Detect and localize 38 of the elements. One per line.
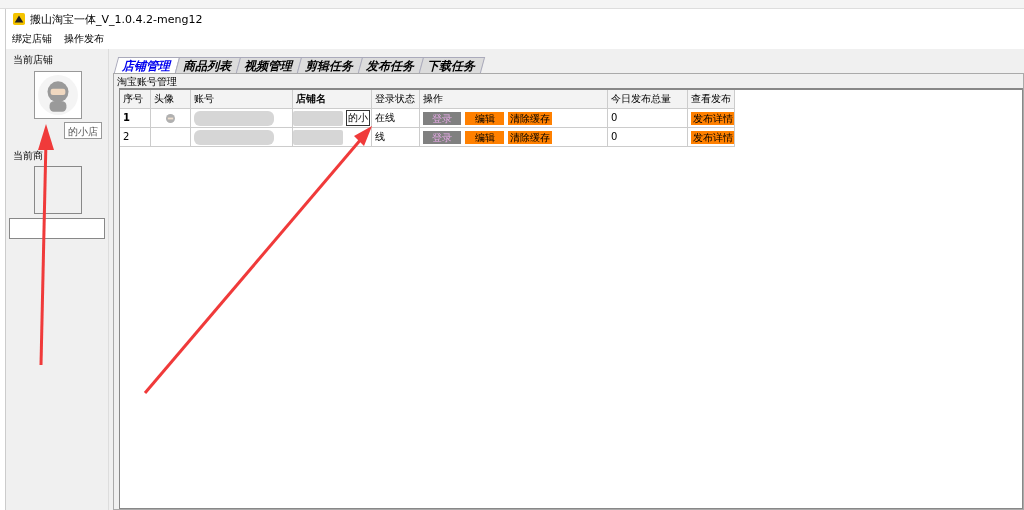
table-cell: 在线 bbox=[372, 109, 420, 128]
group-label: 当前店铺 bbox=[13, 53, 53, 67]
tab[interactable]: 店铺管理 bbox=[113, 57, 181, 73]
column-header: 登录状态 bbox=[372, 90, 420, 109]
tab[interactable]: 商品列表 bbox=[174, 57, 242, 73]
details-button[interactable]: 发布详情 bbox=[691, 130, 734, 144]
table-cell: 1 bbox=[120, 109, 151, 128]
menu-item[interactable]: 操作发布 bbox=[64, 32, 104, 46]
store-name-cell[interactable]: 的小 bbox=[346, 110, 370, 126]
group-title: 淘宝账号管理 bbox=[117, 75, 178, 88]
tab[interactable]: 剪辑任务 bbox=[296, 57, 364, 73]
edit-button[interactable]: 编辑 bbox=[465, 130, 504, 144]
table-cell: 0 bbox=[608, 109, 688, 128]
app-logo-icon bbox=[13, 13, 25, 25]
table-cell: 线 bbox=[372, 128, 420, 147]
table-cell: 2 bbox=[120, 128, 151, 147]
tab[interactable]: 下载任务 bbox=[418, 57, 486, 73]
column-header: 操作 bbox=[420, 90, 608, 109]
column-header: 店铺名 bbox=[293, 90, 372, 109]
edit-button[interactable]: 编辑 bbox=[465, 111, 504, 125]
details-button[interactable]: 发布详情 bbox=[691, 111, 734, 125]
avatar-icon bbox=[166, 113, 175, 123]
tab[interactable]: 发布任务 bbox=[357, 57, 425, 73]
menu-item[interactable]: 绑定店铺 bbox=[12, 32, 52, 46]
clear-cache-button[interactable]: 清除缓存 bbox=[508, 111, 552, 125]
product-field[interactable] bbox=[9, 218, 105, 239]
column-header: 序号 bbox=[120, 90, 151, 109]
tab[interactable]: 视频管理 bbox=[235, 57, 303, 73]
group-label: 当前商 bbox=[13, 149, 43, 163]
product-image bbox=[34, 166, 82, 214]
clear-cache-button[interactable]: 清除缓存 bbox=[508, 130, 552, 144]
column-header: 账号 bbox=[191, 90, 293, 109]
column-header: 头像 bbox=[151, 90, 191, 109]
window-title: 搬山淘宝一体_V_1.0.4.2-meng12 bbox=[30, 11, 203, 27]
column-header: 查看发布 bbox=[688, 90, 735, 109]
table-cell: 0 bbox=[608, 128, 688, 147]
store-name-field[interactable]: 的小店 bbox=[64, 122, 102, 139]
column-header: 今日发布总量 bbox=[608, 90, 688, 109]
